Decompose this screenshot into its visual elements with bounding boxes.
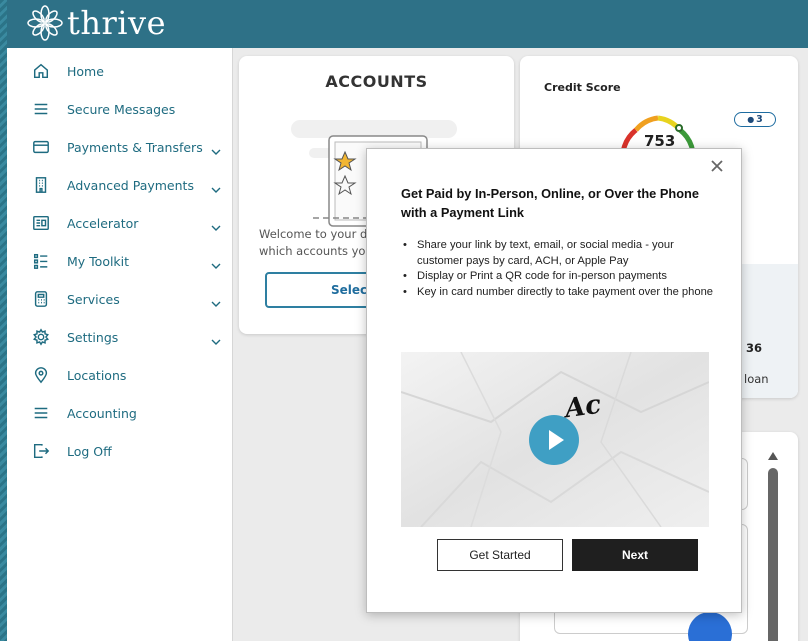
sidebar-item-label: Payments & Transfers bbox=[67, 139, 203, 155]
next-button[interactable]: Next bbox=[572, 539, 698, 571]
sidebar-item-label: My Toolkit bbox=[67, 253, 130, 269]
chevron-down-icon bbox=[211, 218, 221, 231]
credit-score-title: Credit Score bbox=[544, 81, 621, 94]
tutorial-video[interactable]: Ac bbox=[401, 352, 709, 527]
close-icon[interactable] bbox=[711, 157, 729, 175]
chevron-down-icon bbox=[211, 180, 221, 193]
chevron-down-icon bbox=[211, 256, 221, 269]
calculator-icon bbox=[31, 289, 51, 309]
sidebar-item-payments-transfers[interactable]: Payments & Transfers bbox=[7, 132, 233, 162]
sidebar-item-label: Services bbox=[67, 291, 120, 307]
card-icon bbox=[31, 137, 51, 157]
left-edge-pattern bbox=[0, 0, 7, 641]
sidebar-item-label: Home bbox=[67, 63, 104, 79]
get-started-button[interactable]: Get Started bbox=[437, 539, 563, 571]
chevron-down-icon bbox=[211, 294, 221, 307]
menu-lines-icon bbox=[31, 99, 51, 119]
sidebar-item-advanced-payments[interactable]: Advanced Payments bbox=[7, 170, 233, 200]
app-header: thrive bbox=[7, 0, 808, 48]
accounts-title: ACCOUNTS bbox=[325, 72, 428, 91]
partial-loan-text: loan bbox=[744, 372, 769, 386]
sidebar-item-locations[interactable]: Locations bbox=[7, 360, 233, 390]
partial-number: 36 bbox=[746, 341, 763, 355]
notification-badge[interactable]: ● 3 bbox=[734, 112, 776, 127]
payment-link-modal: Get Paid by In-Person, Online, or Over t… bbox=[366, 148, 742, 613]
flower-logo-icon bbox=[27, 5, 63, 41]
chevron-down-icon bbox=[211, 142, 221, 155]
dashboard-icon bbox=[31, 213, 51, 233]
building-icon bbox=[31, 175, 51, 195]
sidebar-item-services[interactable]: Services bbox=[7, 284, 233, 314]
sidebar-nav: Home Secure Messages Payments & Transfer… bbox=[7, 48, 233, 641]
badge-count: 3 bbox=[756, 114, 763, 125]
sidebar-item-label: Locations bbox=[67, 367, 127, 383]
checklist-icon bbox=[31, 251, 51, 271]
sidebar-item-label: Log Off bbox=[67, 443, 112, 459]
scrollbar-thumb[interactable] bbox=[768, 468, 778, 641]
scroll-up-arrow[interactable] bbox=[768, 452, 778, 460]
logo-wordmark: thrive bbox=[67, 4, 167, 42]
list-item: Key in card number directly to take paym… bbox=[401, 285, 721, 301]
logout-icon bbox=[31, 441, 51, 461]
sidebar-item-label: Accelerator bbox=[67, 215, 139, 231]
sidebar-item-home[interactable]: Home bbox=[7, 56, 233, 86]
modal-title: Get Paid by In-Person, Online, or Over t… bbox=[401, 186, 699, 220]
list-item: Share your link by text, email, or socia… bbox=[401, 238, 721, 269]
gear-icon bbox=[31, 327, 51, 347]
play-button[interactable] bbox=[529, 415, 579, 465]
sidebar-item-label: Secure Messages bbox=[67, 101, 176, 117]
map-pin-icon bbox=[31, 365, 51, 385]
menu-lines-icon bbox=[31, 403, 51, 423]
sidebar-item-my-toolkit[interactable]: My Toolkit bbox=[7, 246, 233, 276]
home-icon bbox=[31, 61, 51, 81]
chevron-down-icon bbox=[211, 332, 221, 345]
list-item: Display or Print a QR code for in-person… bbox=[401, 269, 721, 285]
sidebar-item-secure-messages[interactable]: Secure Messages bbox=[7, 94, 233, 124]
sidebar-item-accelerator[interactable]: Accelerator bbox=[7, 208, 233, 238]
sidebar-item-label: Advanced Payments bbox=[67, 177, 194, 193]
sidebar-item-label: Accounting bbox=[67, 405, 137, 421]
modal-bullet-list: Share your link by text, email, or socia… bbox=[401, 238, 721, 300]
thrive-logo[interactable]: thrive bbox=[27, 4, 166, 42]
chat-bubble-icon: ● bbox=[747, 115, 755, 124]
sidebar-item-settings[interactable]: Settings bbox=[7, 322, 233, 352]
sidebar-item-log-off[interactable]: Log Off bbox=[7, 436, 233, 466]
sidebar-item-label: Settings bbox=[67, 329, 119, 345]
sidebar-item-accounting[interactable]: Accounting bbox=[7, 398, 233, 428]
